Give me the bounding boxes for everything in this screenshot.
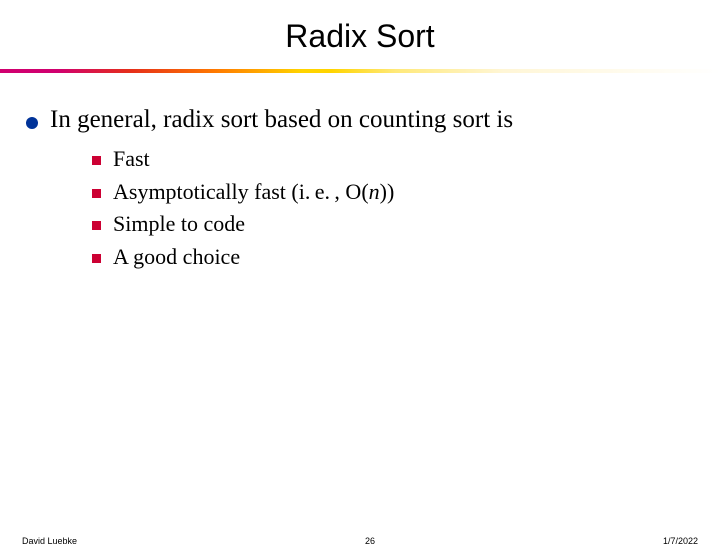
top-bullet-row: In general, radix sort based on counting… — [26, 105, 720, 135]
list-item: Fast — [92, 145, 720, 174]
sub-bullet-list: Fast Asymptotically fast (i. e. , O(n)) … — [92, 145, 720, 271]
slide-title: Radix Sort — [0, 18, 720, 55]
square-bullet-icon — [92, 221, 101, 230]
sub-bullet-text: Simple to code — [113, 210, 245, 239]
square-bullet-icon — [92, 189, 101, 198]
footer-author: David Luebke — [22, 536, 77, 546]
footer-date: 1/7/2022 — [663, 536, 698, 546]
circle-bullet-icon — [26, 117, 38, 129]
list-item: Asymptotically fast (i. e. , O(n)) — [92, 178, 720, 207]
list-item: Simple to code — [92, 210, 720, 239]
square-bullet-icon — [92, 254, 101, 263]
slide-content: In general, radix sort based on counting… — [0, 105, 720, 271]
sub-bullet-text: Asymptotically fast (i. e. , O(n)) — [113, 178, 394, 207]
top-bullet-text: In general, radix sort based on counting… — [50, 105, 513, 135]
sub-bullet-text: A good choice — [113, 243, 240, 272]
list-item: A good choice — [92, 243, 720, 272]
sub-bullet-text: Fast — [113, 145, 150, 174]
footer-page-number: 26 — [365, 536, 375, 546]
slide-footer: David Luebke 26 1/7/2022 — [0, 536, 720, 546]
accent-divider — [0, 69, 720, 73]
square-bullet-icon — [92, 156, 101, 165]
